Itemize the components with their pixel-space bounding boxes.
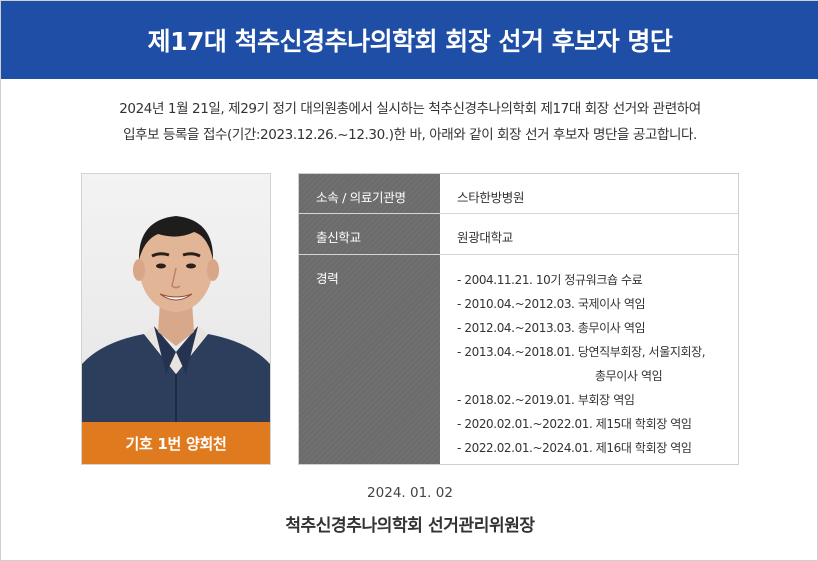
career-item: - 2020.02.01.~2022.01. 제15대 학회장 역임	[457, 417, 692, 431]
candidate-photo	[82, 174, 270, 422]
career-item: - 2010.04.~2012.03. 국제이사 역임	[457, 297, 646, 311]
career-item: - 2018.02.~2019.01. 부회장 역임	[457, 393, 635, 407]
career-item: - 2013.04.~2018.01. 당연직부회장, 서울지회장,	[457, 345, 706, 359]
candidate-name-bar: 기호 1번 양회천	[82, 422, 270, 464]
career-item: - 2022.02.01.~2024.01. 제16대 학회장 역임	[457, 441, 692, 455]
notice-date: 2024. 01. 02	[367, 485, 453, 501]
page-title: 제17대 척추신경추나의학회 회장 선거 후보자 명단	[147, 27, 673, 56]
intro-text: 2024년 1월 21일, 제29기 정기 대의원총에서 실시하는 척추신경추나…	[1, 96, 818, 148]
affiliation-label: 소속 / 의료기관명	[299, 174, 440, 213]
career-continuation: 총무이사 역임	[595, 369, 663, 383]
career-item-continued: 총무이사 역임	[457, 364, 738, 388]
candidate-info-table: 소속 / 의료기관명 스타한방병원 출신학교 원광대학교 경력 - 2004.1…	[298, 173, 739, 465]
school-value: 원광대학교	[457, 230, 514, 245]
intro-line-1: 2024년 1월 21일, 제29기 정기 대의원총에서 실시하는 척추신경추나…	[119, 101, 701, 117]
candidate-photo-card: 기호 1번 양회천	[81, 173, 271, 465]
career-value: - 2004.11.21. 10기 정규워크숍 수료 - 2010.04.~20…	[440, 255, 738, 464]
career-label: 경력	[299, 255, 440, 464]
notice-frame: 제17대 척추신경추나의학회 회장 선거 후보자 명단 2024년 1월 21일…	[0, 0, 818, 561]
intro-line-2: 입후보 등록을 접수(기간:2023.12.26.~12.30.)한 바, 아래…	[123, 127, 697, 143]
career-list: - 2004.11.21. 10기 정규워크숍 수료 - 2010.04.~20…	[457, 268, 738, 460]
table-row-affiliation: 소속 / 의료기관명 스타한방병원	[299, 174, 738, 214]
affiliation-value: 스타한방병원	[457, 190, 525, 205]
table-row-career: 경력 - 2004.11.21. 10기 정규워크숍 수료 - 2010.04.…	[299, 255, 738, 464]
career-item: - 2012.04.~2013.03. 총무이사 역임	[457, 321, 646, 335]
portrait-illustration	[82, 216, 270, 422]
career-item: - 2004.11.21. 10기 정규워크숍 수료	[457, 273, 643, 287]
header-banner: 제17대 척추신경추나의학회 회장 선거 후보자 명단	[1, 1, 818, 79]
school-label: 출신학교	[299, 214, 440, 254]
committee-signature: 척추신경추나의학회 선거관리위원장	[285, 516, 535, 536]
table-row-school: 출신학교 원광대학교	[299, 214, 738, 255]
